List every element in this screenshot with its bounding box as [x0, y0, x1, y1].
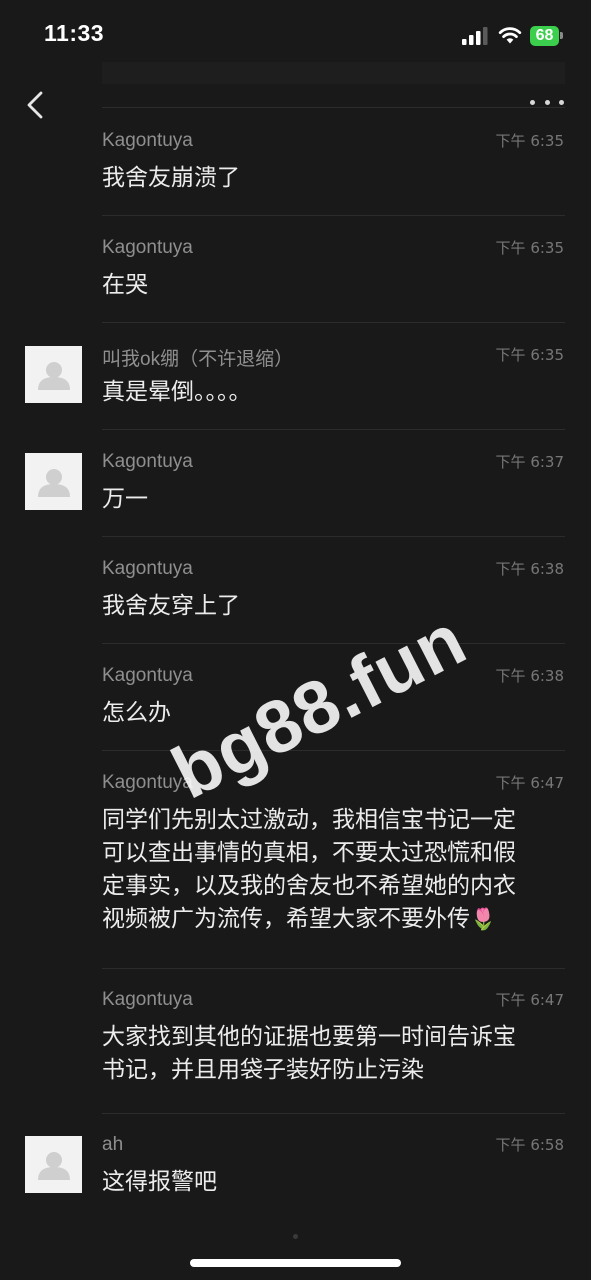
default-user-icon — [37, 468, 70, 497]
divider — [102, 107, 565, 108]
list-item[interactable]: Kagontuya 下午 6:47 同学们先别太过激动，我相信宝书记一定 可以查… — [0, 772, 591, 968]
tulip-emoji: 🌷 — [470, 907, 497, 931]
message-time: 下午 6:47 — [495, 991, 564, 1009]
list-item[interactable]: Kagontuya 下午 6:35 在哭 — [0, 237, 591, 323]
ellipsis-icon — [530, 99, 535, 105]
sender-name: ah — [102, 1134, 124, 1155]
avatar[interactable] — [25, 1136, 82, 1193]
divider — [102, 322, 565, 323]
message-text: 万一 — [102, 486, 148, 512]
home-indicator[interactable] — [190, 1259, 401, 1267]
status-bar: 11:33 68 — [0, 0, 591, 70]
divider — [102, 968, 565, 969]
sender-name: Kagontuya — [102, 989, 193, 1010]
cellular-signal-icon — [462, 27, 488, 45]
scroll-dot — [293, 1234, 298, 1239]
message-text: 真是晕倒。。。。 — [102, 379, 252, 405]
divider — [102, 1113, 565, 1114]
message-text: 我舍友穿上了 — [102, 593, 240, 619]
message-time: 下午 6:58 — [495, 1136, 564, 1154]
sender-name: 叫我ok绷（不许退缩） — [102, 349, 294, 370]
message-text: 我舍友崩溃了 — [102, 165, 240, 191]
partial-previous-message — [102, 62, 565, 84]
message-time: 下午 6:37 — [495, 453, 564, 471]
message-time: 下午 6:47 — [495, 774, 564, 792]
avatar[interactable] — [25, 346, 82, 403]
more-button[interactable] — [530, 92, 564, 112]
chevron-left-icon — [27, 91, 43, 119]
divider — [102, 429, 565, 430]
list-item[interactable]: Kagontuya 下午 6:38 我舍友穿上了 — [0, 558, 591, 644]
battery-indicator: 68 — [530, 25, 564, 46]
list-item[interactable]: Kagontuya 下午 6:37 万一 — [0, 451, 591, 537]
sender-name: Kagontuya — [102, 451, 193, 472]
sender-name: Kagontuya — [102, 665, 193, 686]
list-item[interactable]: Kagontuya 下午 6:35 我舍友崩溃了 — [0, 130, 591, 216]
message-time: 下午 6:38 — [495, 667, 564, 685]
sender-name: Kagontuya — [102, 130, 193, 151]
divider — [102, 643, 565, 644]
avatar[interactable] — [25, 453, 82, 510]
message-text: 大家找到其他的证据也要第一时间告诉宝 书记，并且用袋子装好防止污染 — [102, 1024, 516, 1083]
list-item[interactable]: ah 下午 6:58 这得报警吧 — [0, 1134, 591, 1220]
status-time: 11:33 — [44, 20, 105, 46]
divider — [102, 215, 565, 216]
divider — [102, 536, 565, 537]
message-text: 在哭 — [102, 272, 148, 298]
divider — [102, 750, 565, 751]
wifi-icon — [498, 27, 522, 44]
list-item[interactable]: Kagontuya 下午 6:38 怎么办 — [0, 665, 591, 751]
list-item[interactable]: Kagontuya 下午 6:47 大家找到其他的证据也要第一时间告诉宝 书记，… — [0, 989, 591, 1113]
chat-history-screen: 11:33 68 Kagontuya 下午 6:35 我舍友崩溃了 Kagont… — [0, 0, 591, 1280]
message-time: 下午 6:35 — [495, 346, 564, 364]
sender-name: Kagontuya — [102, 558, 193, 579]
message-text-body: 同学们先别太过激动，我相信宝书记一定 可以查出事情的真相，不要太过恐慌和假 定事… — [102, 807, 516, 932]
battery-tip — [560, 32, 563, 39]
sender-name: Kagontuya — [102, 237, 193, 258]
default-user-icon — [37, 361, 70, 390]
message-time: 下午 6:35 — [495, 239, 564, 257]
message-text: 怎么办 — [102, 700, 171, 726]
message-text: 同学们先别太过激动，我相信宝书记一定 可以查出事情的真相，不要太过恐慌和假 定事… — [102, 804, 572, 936]
battery-level: 68 — [530, 25, 559, 46]
list-item[interactable]: 叫我ok绷（不许退缩） 下午 6:35 真是晕倒。。。。 — [0, 344, 591, 430]
message-text: 这得报警吧 — [102, 1169, 217, 1195]
back-button[interactable] — [18, 86, 52, 124]
sender-name: Kagontuya — [102, 772, 193, 793]
message-time: 下午 6:35 — [495, 132, 564, 150]
default-user-icon — [37, 1151, 70, 1180]
message-time: 下午 6:38 — [495, 560, 564, 578]
